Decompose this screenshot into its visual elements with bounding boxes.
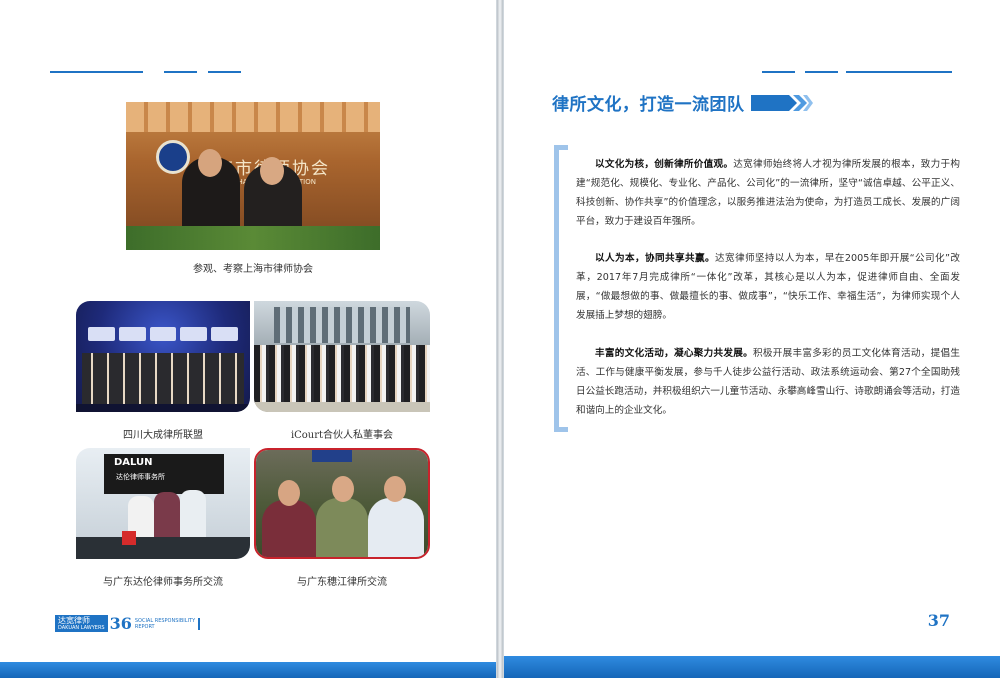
header-rule-1 bbox=[50, 71, 143, 73]
text-bracket bbox=[554, 145, 568, 432]
right-page: 律所文化，打造一流团队 以文化为核，创新律所价值观。达宽律师始终将人才视为律所发… bbox=[503, 0, 1000, 678]
caption-photo2: 四川大成律所联盟 bbox=[123, 430, 203, 441]
paragraph-1-lead: 以文化为核，创新律所价值观。 bbox=[595, 159, 734, 170]
person-figure bbox=[384, 476, 406, 502]
page-number-left: 36 bbox=[109, 614, 132, 633]
person-figure bbox=[278, 480, 300, 506]
dalun-logo-text: DALUN bbox=[114, 457, 153, 468]
paragraph-3-lead: 丰富的文化活动，凝心聚力共发展。 bbox=[595, 348, 753, 359]
photo-icourt-partners bbox=[254, 301, 430, 412]
footer-band-left bbox=[0, 662, 496, 678]
section-title: 律所文化，打造一流团队 bbox=[552, 90, 813, 115]
group-people bbox=[82, 353, 244, 411]
photo-dalun-law-firm: DALUN 达伦律师事务所 bbox=[76, 448, 250, 559]
header-rule-3 bbox=[846, 71, 952, 73]
header-rule-3 bbox=[208, 71, 241, 73]
chevron-arrows-icon bbox=[750, 94, 813, 111]
report-tag-line2: REPORT bbox=[134, 623, 155, 630]
caption-photo4: 与广东达伦律师事务所交流 bbox=[103, 577, 223, 588]
paragraph-1: 以文化为核，创新律所价值观。达宽律师始终将人才视为律所发展的根本，致力于构建“规… bbox=[576, 155, 960, 231]
header-rule-2 bbox=[164, 71, 197, 73]
footer-band-right bbox=[504, 656, 1000, 678]
photo-shanghai-bar-association: 海市律师协会 ANGHAI BAR ASSOCIATION bbox=[126, 102, 380, 250]
dalun-sign-text: 达伦律师事务所 bbox=[116, 473, 165, 481]
paragraph-2-lead: 以人为本，协同共享共赢。 bbox=[595, 253, 715, 264]
header-rule-1 bbox=[762, 71, 795, 73]
person-figure bbox=[262, 500, 316, 557]
group-people bbox=[254, 345, 430, 403]
logo-name: 达宽律师 bbox=[58, 616, 90, 625]
photo-suijiang-law-firm bbox=[254, 448, 430, 559]
photo-sichuan-dacheng-alliance bbox=[76, 301, 250, 412]
footer-logo: 达宽律师 DAKUAN LAWYERS 36 SOCIAL RESPONSIBI… bbox=[55, 614, 201, 633]
dakuan-logo: 达宽律师 DAKUAN LAWYERS bbox=[55, 615, 108, 632]
person-figure bbox=[368, 498, 424, 557]
paragraph-2: 以人为本，协同共享共赢。达宽律师坚持以人为本，早在2005年即开展“公司化”改革… bbox=[576, 249, 960, 325]
report-tag-bar bbox=[198, 617, 201, 630]
caption-photo1: 参观、考察上海市律师协会 bbox=[193, 264, 313, 275]
left-page: 海市律师协会 ANGHAI BAR ASSOCIATION 参观、考察上海市律师… bbox=[0, 0, 497, 678]
person-figure bbox=[260, 157, 284, 185]
header-rule-2 bbox=[805, 71, 838, 73]
person-figure bbox=[332, 476, 354, 502]
report-tag-line1: SOCIAL RESPONSIBILITY bbox=[134, 617, 196, 624]
culture-text-box: 以文化为核，创新律所价值观。达宽律师始终将人才视为律所发展的根本，致力于构建“规… bbox=[554, 145, 960, 432]
person-figure bbox=[316, 498, 368, 557]
person-figure bbox=[198, 149, 222, 177]
logo-sub: DAKUAN LAWYERS bbox=[58, 625, 105, 631]
report-tag: SOCIAL RESPONSIBILITY REPORT bbox=[135, 618, 195, 630]
page-title: 律所文化，打造一流团队 bbox=[552, 95, 745, 115]
page-number-right: 37 bbox=[927, 611, 950, 630]
caption-photo5: 与广东穗江律所交流 bbox=[297, 577, 387, 588]
caption-photo3: iCourt合伙人私董事会 bbox=[290, 430, 394, 441]
paragraph-3: 丰富的文化活动，凝心聚力共发展。积极开展丰富多彩的员工文化体育活动，提倡生活、工… bbox=[576, 344, 960, 420]
